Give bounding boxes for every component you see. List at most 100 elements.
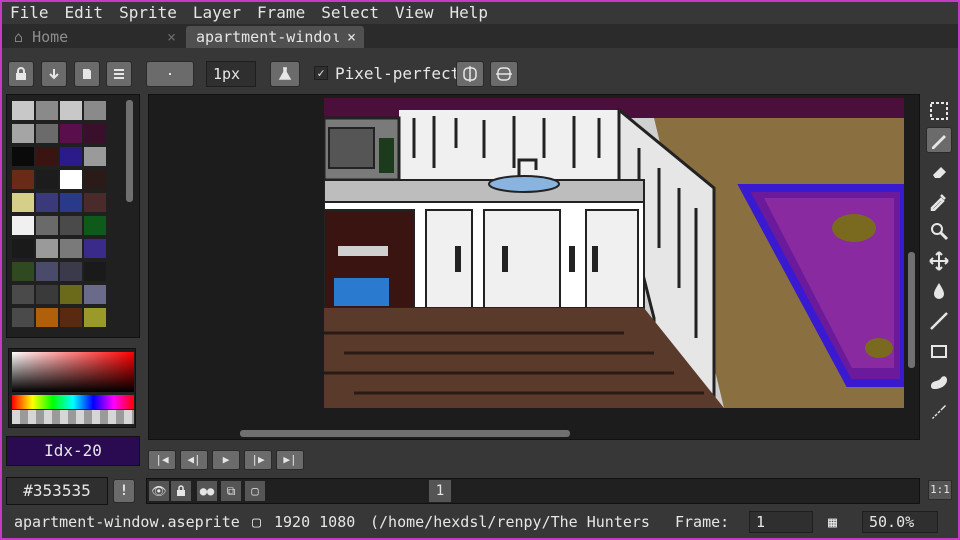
palette-swatch[interactable] — [84, 170, 106, 189]
hex-color-field[interactable]: #353535 — [6, 477, 108, 505]
play-icon[interactable]: ▶ — [212, 450, 240, 470]
palette-swatch[interactable] — [60, 262, 82, 281]
brush-shape-button[interactable] — [146, 61, 194, 87]
palette-swatch[interactable] — [36, 101, 58, 120]
reset-zoom-button[interactable]: 1:1 — [928, 480, 952, 500]
eyedropper-icon[interactable] — [926, 188, 952, 214]
close-icon[interactable]: × — [167, 26, 176, 48]
home-icon: ⌂ — [14, 28, 24, 46]
palette-swatch[interactable] — [36, 147, 58, 166]
menu-select[interactable]: Select — [313, 2, 387, 24]
menu-help[interactable]: Help — [442, 2, 497, 24]
rectangle-icon[interactable] — [926, 338, 952, 364]
palette-swatch[interactable] — [60, 124, 82, 143]
eraser-icon[interactable] — [926, 158, 952, 184]
new-frame-icon[interactable]: ▦ — [828, 508, 837, 536]
first-frame-icon[interactable]: |◀ — [148, 450, 176, 470]
palette-swatch[interactable] — [12, 124, 34, 143]
palette-swatch[interactable] — [60, 101, 82, 120]
line-icon[interactable] — [926, 308, 952, 334]
palette-swatch[interactable] — [12, 308, 34, 327]
palette-swatch[interactable] — [36, 262, 58, 281]
previous-frame-icon[interactable]: ◀| — [180, 450, 208, 470]
palette-swatch[interactable] — [60, 216, 82, 235]
warning-button[interactable]: ! — [113, 479, 135, 503]
last-frame-icon[interactable]: ▶| — [276, 450, 304, 470]
palette-swatch[interactable] — [12, 147, 34, 166]
zoom-field[interactable]: 50.0% — [862, 511, 938, 533]
pixel-perfect-checkbox[interactable]: ✓ — [314, 66, 328, 80]
menu-view[interactable]: View — [387, 2, 442, 24]
menu-sprite[interactable]: Sprite — [111, 2, 185, 24]
symmetry-horizontal-icon[interactable] — [490, 61, 518, 87]
next-frame-icon[interactable]: |▶ — [244, 450, 272, 470]
palette-scrollbar[interactable] — [126, 100, 133, 202]
palette-swatch[interactable] — [84, 216, 106, 235]
menu-frame[interactable]: Frame — [249, 2, 313, 24]
vertical-scrollbar[interactable] — [908, 252, 915, 368]
palette-swatch[interactable] — [60, 147, 82, 166]
saturation-value-box[interactable] — [12, 352, 134, 392]
palette-swatch[interactable] — [12, 239, 34, 258]
frame-number-header[interactable]: 1 — [429, 480, 451, 502]
menu-file[interactable]: File — [2, 2, 57, 24]
palette-swatch[interactable] — [60, 308, 82, 327]
tab-home[interactable]: ⌂ Home × — [4, 26, 184, 48]
pencil-icon[interactable] — [926, 127, 952, 153]
tab-apartment-window[interactable]: apartment-windoι × — [186, 26, 364, 48]
blur-icon[interactable] — [926, 398, 952, 424]
move-icon[interactable] — [926, 248, 952, 274]
frame-field[interactable]: 1 — [749, 511, 813, 533]
palette-swatch[interactable] — [12, 170, 34, 189]
palette-swatch[interactable] — [84, 262, 106, 281]
palette-swatch[interactable] — [84, 124, 106, 143]
color-index-box[interactable]: Idx-20 — [6, 436, 140, 466]
flask-icon[interactable] — [270, 61, 300, 87]
palette-swatch[interactable] — [12, 285, 34, 304]
palette-swatch[interactable] — [12, 193, 34, 212]
alpha-slider[interactable] — [12, 410, 134, 424]
palette-swatch[interactable] — [84, 285, 106, 304]
menu-edit[interactable]: Edit — [57, 2, 112, 24]
symmetry-vertical-icon[interactable] — [456, 61, 484, 87]
page-icon[interactable] — [74, 61, 100, 87]
palette-swatch[interactable] — [36, 170, 58, 189]
list-icon[interactable] — [106, 61, 132, 87]
marquee-icon[interactable] — [926, 98, 952, 124]
palette-swatch[interactable] — [36, 285, 58, 304]
palette-swatch[interactable] — [36, 239, 58, 258]
palette-swatch[interactable] — [84, 193, 106, 212]
palette-swatch[interactable] — [12, 262, 34, 281]
palette-swatch[interactable] — [12, 101, 34, 120]
palette-swatch[interactable] — [60, 285, 82, 304]
contour-icon[interactable] — [926, 368, 952, 394]
palette-swatch[interactable] — [36, 124, 58, 143]
palette-swatch[interactable] — [12, 216, 34, 235]
palette-swatch[interactable] — [84, 239, 106, 258]
paint-bucket-icon[interactable] — [926, 278, 952, 304]
hue-slider[interactable] — [12, 395, 134, 409]
palette-swatch[interactable] — [36, 216, 58, 235]
palette-swatch[interactable] — [84, 147, 106, 166]
brush-size-field[interactable]: 1px — [206, 61, 256, 87]
sprite-canvas[interactable] — [324, 98, 904, 408]
menu-layer[interactable]: Layer — [185, 2, 249, 24]
palette-swatch[interactable] — [36, 193, 58, 212]
zoom-icon[interactable] — [926, 218, 952, 244]
arrow-down-icon[interactable] — [41, 61, 67, 87]
close-icon[interactable]: × — [347, 26, 356, 48]
onion-skin-icon[interactable]: ⧉ — [221, 481, 241, 501]
status-path: (/home/hexdsl/renpy/The Hunters — [370, 513, 650, 531]
palette-swatch[interactable] — [60, 239, 82, 258]
palette-swatch[interactable] — [36, 308, 58, 327]
horizontal-scrollbar[interactable] — [240, 430, 570, 437]
link-cels-icon[interactable]: ▢ — [245, 481, 265, 501]
eye-icon[interactable]: 👁 — [149, 481, 169, 501]
continuous-icon[interactable]: ●● — [197, 481, 217, 501]
palette-swatch[interactable] — [60, 193, 82, 212]
palette-swatch[interactable] — [60, 170, 82, 189]
palette-swatch[interactable] — [84, 308, 106, 327]
lock-icon[interactable] — [8, 61, 34, 87]
palette-swatch[interactable] — [84, 101, 106, 120]
padlock-icon[interactable] — [171, 481, 191, 501]
